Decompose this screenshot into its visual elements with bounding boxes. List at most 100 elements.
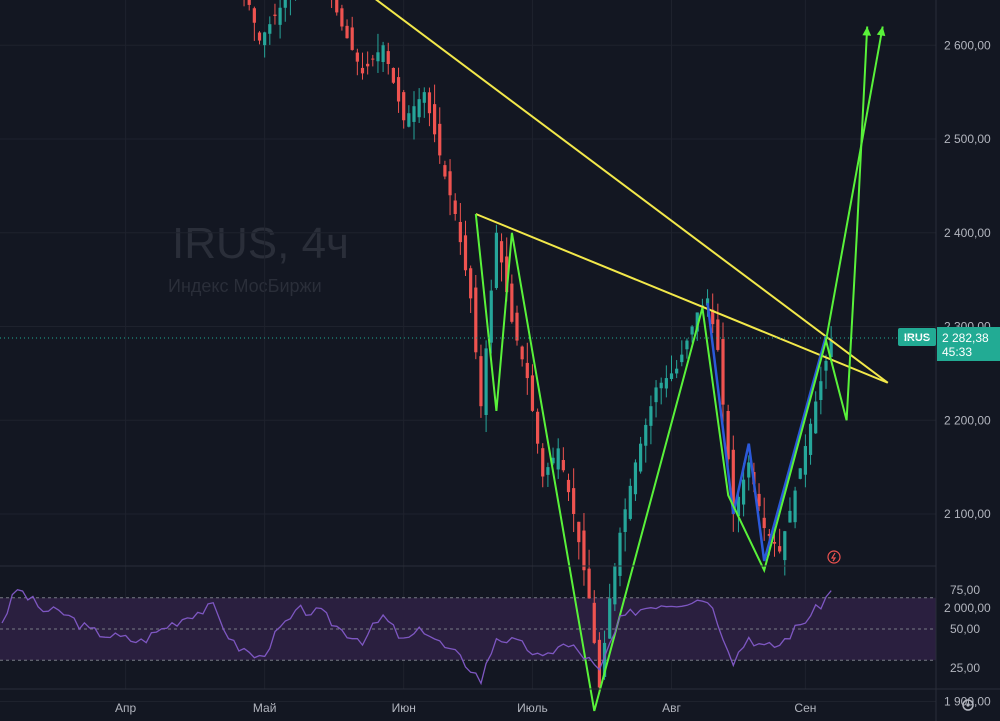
price-tick-label: 2 600,00: [944, 38, 991, 52]
candle-body: [525, 362, 529, 379]
candle-body: [644, 424, 648, 446]
candle-body: [628, 485, 632, 519]
watermark-title: IRUS, 4ч: [172, 219, 349, 268]
rsi-axis[interactable]: 75,00 50,00 25,00: [950, 583, 980, 675]
candle-body: [427, 92, 432, 114]
candle-body: [685, 340, 689, 350]
candle-body: [639, 443, 643, 472]
candle-body: [402, 92, 406, 121]
candle-body: [592, 602, 596, 643]
candle-body: [814, 401, 818, 434]
candle-body: [443, 165, 447, 177]
candle-body: [690, 326, 694, 335]
candle-body: [489, 290, 493, 343]
candle-body: [263, 32, 267, 46]
candle-body: [474, 287, 478, 353]
candle-body: [577, 521, 581, 543]
candle-body: [587, 568, 591, 599]
chart-canvas[interactable]: IRUS, 4ч Индекс МосБиржи 2 900,002 800,0…: [0, 0, 1000, 721]
candle-body: [257, 32, 262, 41]
candle-body: [438, 123, 442, 156]
rsi-band: [0, 597, 936, 661]
candle-body: [664, 378, 668, 389]
candle-body: [366, 63, 370, 67]
candle-body: [788, 510, 792, 523]
candle-body: [247, 0, 251, 5]
candle-body: [633, 462, 638, 495]
price-tick-label: 2 100,00: [944, 507, 991, 521]
candle-body: [747, 462, 751, 478]
candle-body: [546, 467, 550, 475]
time-tick-label: Июль: [517, 701, 548, 715]
rsi-tick-label: 25,00: [950, 661, 980, 675]
candle-body: [396, 77, 401, 102]
candle-body: [335, 0, 339, 13]
candle-body: [680, 354, 684, 363]
candle-body: [649, 406, 653, 426]
candle-body: [778, 546, 782, 552]
time-tick-label: Сен: [794, 701, 816, 715]
candle-body: [556, 448, 560, 470]
candle-body: [819, 381, 823, 401]
candle-body: [597, 639, 601, 688]
candle-body: [726, 410, 730, 460]
candle-body: [458, 221, 462, 243]
candle-body: [742, 479, 746, 505]
candle-body: [386, 51, 390, 64]
last-price-badge: 2 282,38 45:33: [937, 327, 1000, 361]
time-tick-label: Июн: [392, 701, 416, 715]
candle-body: [798, 468, 802, 479]
candle-body: [381, 45, 385, 63]
candle-body: [762, 517, 766, 529]
candle-body: [541, 448, 545, 477]
candle-body: [469, 268, 473, 299]
candle-body: [582, 530, 586, 571]
candle-body: [520, 346, 524, 360]
candle-body: [484, 348, 488, 416]
candle-body: [499, 241, 504, 263]
candle-body: [273, 14, 277, 16]
candle-body: [803, 446, 807, 475]
candle-body: [448, 171, 452, 196]
candle-body: [608, 598, 612, 639]
time-tick-label: Апр: [115, 701, 137, 715]
candle-body: [376, 52, 380, 62]
candle-body: [494, 232, 498, 288]
candle-body: [515, 312, 519, 341]
candle-body: [252, 8, 256, 23]
candle-body: [417, 99, 421, 118]
candle-body: [278, 7, 282, 25]
candle-body: [268, 24, 272, 34]
candle-body: [793, 490, 797, 523]
candle-body: [479, 356, 483, 407]
candle-body: [407, 113, 411, 127]
candle-body: [433, 104, 437, 135]
candle-body: [721, 339, 725, 405]
candle-body: [510, 283, 514, 322]
candle-body: [412, 106, 416, 122]
candle-body: [572, 488, 576, 514]
rsi-tick-label: 75,00: [950, 583, 980, 597]
candle-body: [561, 460, 565, 471]
candle-body: [530, 375, 535, 411]
candle-body: [371, 58, 375, 60]
candle-body: [669, 373, 674, 379]
candle-body: [345, 25, 349, 39]
candle-body: [391, 67, 395, 83]
candle-body: [654, 387, 658, 403]
candle-body: [463, 235, 468, 271]
last-price-value: 2 282,38: [942, 331, 989, 345]
candle-body: [422, 92, 426, 103]
candle-body: [824, 360, 828, 371]
candle-body: [783, 531, 787, 561]
candle-body: [618, 532, 622, 576]
candle-body: [283, 0, 287, 8]
price-tick-label: 2 400,00: [944, 226, 991, 240]
candle-body: [716, 319, 720, 350]
price-tick-label: 2 000,00: [944, 601, 991, 615]
candle-body: [808, 423, 813, 455]
candle-body: [613, 565, 617, 605]
candle-body: [772, 541, 777, 544]
time-tick-label: Май: [253, 701, 277, 715]
candle-body: [360, 67, 365, 74]
